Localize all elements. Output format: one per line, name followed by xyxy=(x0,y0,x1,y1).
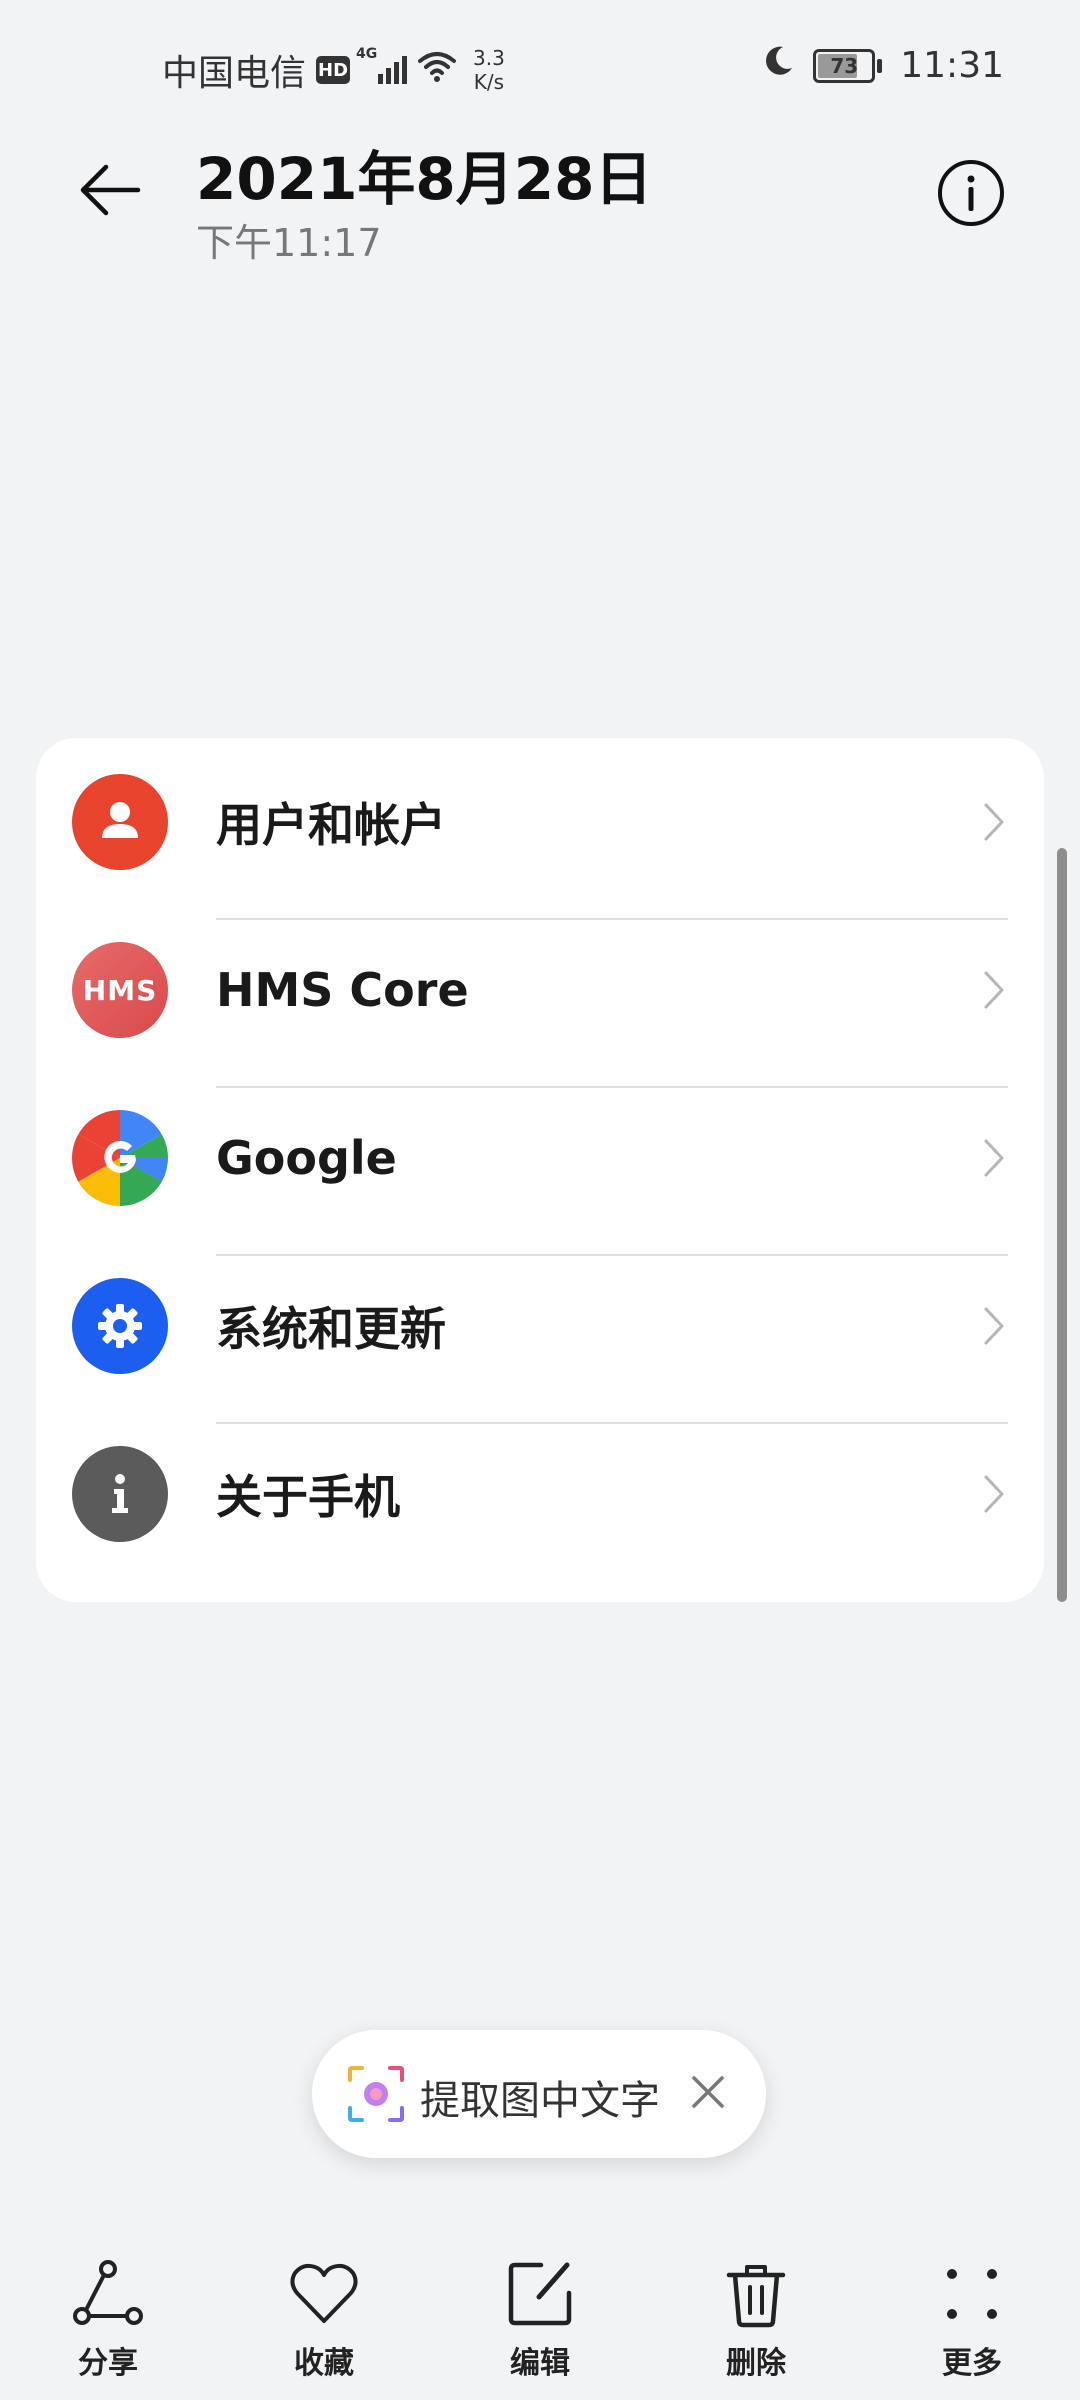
favorite-button[interactable]: 收藏 xyxy=(254,2258,394,2398)
settings-row-label: 用户和帐户 xyxy=(216,798,446,852)
status-right: 73 11:31 xyxy=(761,44,1004,87)
back-button[interactable] xyxy=(70,150,150,230)
speed-value: 3.3 xyxy=(473,46,505,70)
chevron-right-icon xyxy=(976,965,1012,1015)
page-title: 2021年8月28日 xyxy=(196,145,653,213)
share-button[interactable]: 分享 xyxy=(38,2258,178,2398)
text-scan-icon xyxy=(346,2064,406,2124)
settings-row-system-updates[interactable]: 系统和更新 xyxy=(36,1242,1044,1410)
favorite-label: 收藏 xyxy=(294,2346,354,2381)
network-speed: 3.3 K/s xyxy=(473,46,505,94)
wifi-icon xyxy=(417,49,457,92)
back-arrow-icon xyxy=(80,164,141,216)
edit-label: 编辑 xyxy=(510,2346,570,2381)
settings-row-google[interactable]: Google xyxy=(36,1074,1044,1242)
chevron-right-icon xyxy=(976,1301,1012,1351)
settings-row-label: HMS Core xyxy=(216,963,469,1017)
delete-label: 删除 xyxy=(726,2346,786,2381)
signal-icon: 4G xyxy=(356,46,408,84)
google-icon xyxy=(72,1110,168,1206)
settings-row-label: 系统和更新 xyxy=(216,1302,446,1356)
status-bar: 中国电信 HD 4G 3.3 K/s 73 11:31 xyxy=(0,0,1080,140)
share-icon xyxy=(72,2258,144,2330)
chevron-right-icon xyxy=(976,1133,1012,1183)
chevron-right-icon xyxy=(976,1469,1012,1519)
more-label: 更多 xyxy=(942,2346,1002,2381)
scrollbar[interactable] xyxy=(1057,848,1067,1602)
close-button[interactable] xyxy=(678,2062,738,2122)
page-subtitle: 下午11:17 xyxy=(196,221,382,265)
battery-icon: 73 xyxy=(813,48,883,83)
hms-core-icon-text: HMS xyxy=(82,973,158,1007)
settings-row-hms-core[interactable]: HMS HMS Core xyxy=(36,906,1044,1074)
share-label: 分享 xyxy=(78,2346,138,2381)
chevron-right-icon xyxy=(976,797,1012,847)
bottom-toolbar: 分享 收藏 编辑 删除 更多 xyxy=(0,2240,1080,2400)
clock: 11:31 xyxy=(900,45,1004,86)
extract-text-label: 提取图中文字 xyxy=(420,2078,660,2124)
speed-unit: K/s xyxy=(473,70,505,94)
hd-badge: HD xyxy=(316,56,351,84)
settings-row-about-phone[interactable]: 关于手机 xyxy=(36,1410,1044,1578)
details-button[interactable] xyxy=(936,158,1006,228)
more-dots-icon xyxy=(936,2258,1008,2330)
settings-row-label: 关于手机 xyxy=(216,1470,400,1524)
battery-level: 73 xyxy=(830,53,859,78)
moon-icon xyxy=(761,44,795,87)
heart-icon xyxy=(288,2258,360,2330)
settings-row-label: Google xyxy=(216,1131,397,1185)
settings-card: 用户和帐户 HMS HMS Core Google 系统和更新 关于手机 xyxy=(36,738,1044,1602)
hms-core-icon: HMS xyxy=(72,942,168,1038)
settings-row-users-accounts[interactable]: 用户和帐户 xyxy=(36,738,1044,906)
close-icon xyxy=(692,2076,724,2108)
extract-text-pill[interactable]: 提取图中文字 xyxy=(312,2030,766,2158)
info-circle-icon xyxy=(938,160,1004,226)
edit-icon xyxy=(504,2258,576,2330)
delete-button[interactable]: 删除 xyxy=(686,2258,826,2398)
edit-button[interactable]: 编辑 xyxy=(470,2258,610,2398)
status-left: 中国电信 HD 4G 3.3 K/s xyxy=(162,44,505,96)
carrier-name: 中国电信 xyxy=(162,53,307,94)
gear-icon xyxy=(72,1278,168,1374)
info-icon xyxy=(72,1446,168,1542)
user-icon xyxy=(72,774,168,870)
more-button[interactable]: 更多 xyxy=(902,2258,1042,2398)
trash-icon xyxy=(720,2258,792,2330)
network-type: 4G xyxy=(356,46,378,62)
